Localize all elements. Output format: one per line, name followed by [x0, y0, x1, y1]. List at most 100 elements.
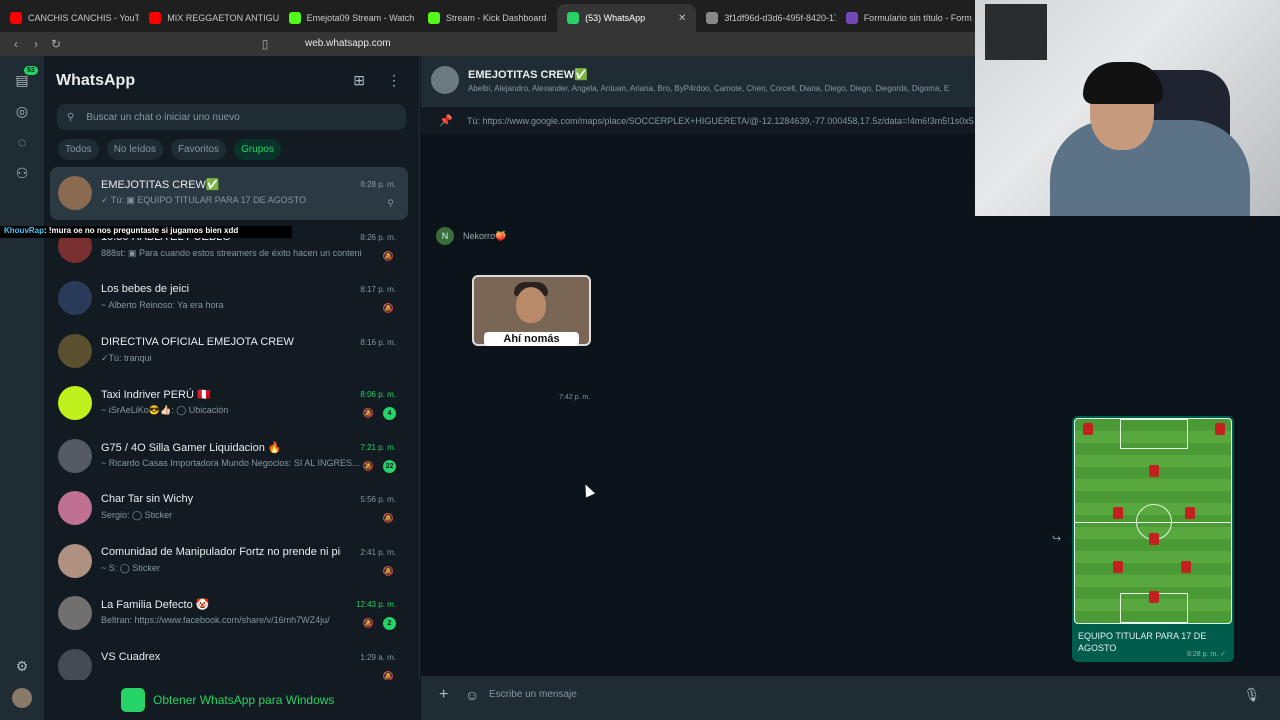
bookmark-icon[interactable]: ▯	[255, 37, 275, 51]
browser-tab[interactable]: MIX REGGAETON ANTIGUO	[139, 4, 279, 32]
webcam-person-hair	[1083, 62, 1163, 104]
back-icon[interactable]: ‹	[6, 37, 26, 51]
sender-avatar[interactable]: N	[436, 227, 454, 245]
browser-tab[interactable]: Emejota09 Stream - Watch	[279, 4, 418, 32]
emoji-icon[interactable]: ☺	[465, 687, 479, 703]
search-icon: ⚲	[67, 111, 75, 123]
chat-time: 8:06 p. m.	[360, 390, 396, 399]
message-input[interactable]: Escribe un mensaje	[489, 689, 577, 700]
chat-time: 8:28 p. m.	[360, 180, 396, 189]
lineup-pitch-image[interactable]	[1074, 418, 1232, 624]
chat-time: 8:16 p. m.	[360, 337, 396, 347]
filter-chip[interactable]: Grupos	[234, 139, 281, 160]
chat-time: 8:17 p. m.	[360, 285, 396, 294]
chat-preview: ~ Alberto Reinoso: Ya era hora	[101, 300, 224, 310]
chat-list-item[interactable]: DIRECTIVA OFICIAL EMEJOTA CREW ✓Tú: tranq…	[50, 325, 408, 378]
chat-name: Los bebes de jeici	[101, 283, 190, 295]
chat-list-item[interactable]: Los bebes de jeici ~ Alberto Reinoso: Ya …	[50, 272, 408, 325]
pitch-top-box	[1120, 419, 1188, 449]
lineup-image-message[interactable]: EQUIPO TITULAR PARA 17 DE AGOSTO 8:28 p.…	[1072, 416, 1234, 662]
chat-name: VS Cuadrex	[101, 650, 161, 663]
muted-icon: 🔕	[382, 250, 394, 261]
sticker-message[interactable]: Ahí nomás	[472, 275, 591, 346]
chat-name: Char Tar sin Wichy	[101, 493, 194, 505]
url-text[interactable]: web.whatsapp.com	[305, 38, 391, 49]
chat-name: La Familia Defecto 🤡	[101, 599, 210, 611]
chat-avatar	[58, 438, 92, 473]
browser-tab[interactable]: 3f1df96d-d3d6-495f-8420-170	[696, 4, 836, 32]
status-icon[interactable]: ◎	[12, 101, 32, 121]
group-name: EMEJOTITAS CREW✅	[468, 69, 588, 81]
filter-chip[interactable]: Todos	[58, 139, 99, 160]
communities-icon[interactable]: ⚇	[12, 163, 32, 183]
muted-icon: 🔕	[382, 565, 394, 576]
chat-list-item[interactable]: Taxi Indriver PERÚ 🇵🇪 ~ iSrAeLiKo😎👍🏻: ◯ U…	[50, 377, 408, 430]
chat-list-item[interactable]: G75 / 4O Silla Gamer Liquidacion 🔥 ~ Rica…	[50, 430, 408, 483]
chat-avatar	[58, 491, 92, 525]
muted-icon: 🔕	[362, 408, 374, 418]
chat-time: 1:29 a. m.	[360, 652, 396, 662]
tab-title: Formulario sin título - Form	[863, 13, 972, 23]
profile-avatar[interactable]	[12, 688, 32, 708]
chat-list: EMEJOTITAS CREW✅ ✓ Tú: ▣ EQUIPO TITULAR P…	[50, 167, 408, 692]
unread-count-badge: 22	[383, 459, 396, 473]
filter-chips: Todos No leídos Favoritos Grupos	[58, 139, 281, 160]
chat-preview: 888st: ▣ Para cuando estos streamers de …	[101, 247, 361, 258]
player-marker	[1149, 465, 1159, 477]
get-whatsapp-banner[interactable]: Obtener WhatsApp para Windows	[44, 680, 420, 720]
chat-preview: ~ Ricardo Casas Importadora Mundo Negoci…	[101, 457, 360, 468]
stream-chat-overlay: KhouvRap: !mura oe no nos preguntaste si…	[0, 226, 292, 238]
chat-preview: Beltran: https://www.facebook.com/share/…	[101, 615, 330, 625]
chat-preview: ~ iSrAeLiKo😎👍🏻: ◯ Ubicación	[101, 405, 229, 415]
settings-icon[interactable]: ⚙	[12, 656, 32, 676]
chat-list-item[interactable]: EMEJOTITAS CREW✅ ✓ Tú: ▣ EQUIPO TITULAR P…	[50, 167, 408, 220]
attach-plus-icon[interactable]: +	[439, 686, 448, 704]
search-input[interactable]: ⚲ Buscar un chat o iniciar uno nuevo	[57, 104, 406, 130]
sticker-time: 7:42 p. m.	[559, 394, 591, 401]
browser-tab[interactable]: Formulario sin título - Form	[836, 4, 975, 32]
chat-time: 7:21 p. m.	[360, 442, 396, 452]
browser-tab[interactable]: CANCHIS CANCHIS - YouTube	[0, 4, 139, 32]
player-marker	[1149, 591, 1159, 603]
chat-preview: ~ S: ◯ Sticker	[101, 562, 160, 573]
tab-favicon-icon	[567, 12, 580, 24]
chat-name: DIRECTIVA OFICIAL EMEJOTA CREW	[101, 335, 294, 348]
menu-icon[interactable]: ⋮	[387, 72, 401, 89]
sender-name[interactable]: Nekorro🍑	[463, 231, 506, 242]
muted-icon: 🔕	[382, 513, 394, 523]
tab-title: (53) WhatsApp	[585, 13, 646, 23]
browser-tab[interactable]: (53) WhatsApp ✕	[557, 4, 697, 32]
filter-chip[interactable]: Favoritos	[170, 139, 227, 160]
tab-title: Emejota09 Stream - Watch	[306, 13, 415, 23]
pin-icon: 📌	[439, 115, 453, 127]
mouse-cursor	[580, 482, 596, 498]
tab-favicon-icon	[149, 12, 162, 24]
browser-tab[interactable]: Stream - Kick Dashboard	[418, 4, 557, 32]
reload-icon[interactable]: ↻	[46, 37, 66, 51]
pin-icon: ⚲	[387, 198, 394, 208]
unread-count-badge: 4	[383, 407, 396, 420]
sticker-face	[516, 287, 546, 323]
forward-icon[interactable]: ↪	[1052, 532, 1061, 545]
tab-favicon-icon	[845, 12, 858, 24]
message-composer: + ☺ Escribe un mensaje 🎙	[421, 676, 1280, 720]
chat-name: Taxi Indriver PERÚ 🇵🇪	[101, 389, 211, 401]
forward-icon[interactable]: ›	[26, 37, 46, 51]
microphone-icon[interactable]: 🎙	[1243, 687, 1260, 703]
player-marker	[1181, 561, 1191, 573]
tab-close-icon[interactable]: ✕	[678, 13, 686, 24]
chat-list-item[interactable]: Comunidad de Manipulador Fortz no prende…	[50, 535, 408, 588]
lineup-time: 8:28 p. m. ✓	[1187, 651, 1226, 658]
muted-icon: 🔕	[362, 460, 374, 471]
channels-icon[interactable]: ◌	[12, 132, 32, 152]
chat-list-item[interactable]: Char Tar sin Wichy Sergio: ◯ Sticker 5:56 …	[50, 482, 408, 535]
group-avatar[interactable]	[431, 66, 459, 94]
address-bar: ‹ › ↻ ▯ web.whatsapp.com	[0, 32, 975, 56]
player-marker	[1215, 423, 1225, 435]
chat-preview: Sergio: ◯ Sticker	[101, 510, 173, 520]
chat-list-item[interactable]: La Familia Defecto 🤡 Beltran: https://www…	[50, 587, 408, 640]
tab-favicon-icon	[288, 12, 301, 24]
player-marker	[1083, 423, 1093, 435]
new-chat-icon[interactable]: ⊞	[353, 72, 365, 89]
filter-chip[interactable]: No leídos	[106, 139, 163, 160]
